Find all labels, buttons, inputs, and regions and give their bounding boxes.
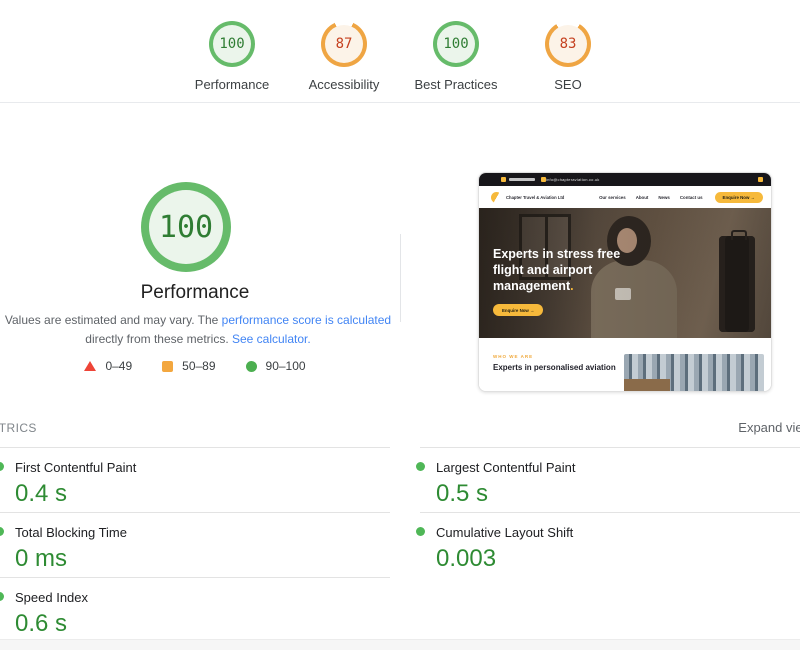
preview-phone-text — [509, 178, 535, 181]
preview-nav-our-services: Our services — [599, 195, 626, 200]
metric-value: 0.6 s — [15, 610, 390, 638]
preview-content-section: WHO WE ARE Experts in personalised aviat… — [479, 338, 771, 392]
seo-score-gauge[interactable]: 83 — [545, 21, 591, 67]
gauge-fill: 83 — [549, 25, 587, 63]
vertical-divider — [400, 234, 401, 322]
performance-score-gauge[interactable]: 100 — [209, 21, 255, 67]
score-item-performance[interactable]: 100 Performance — [188, 21, 276, 92]
preview-nav-about: About — [636, 195, 649, 200]
bottom-fade — [0, 639, 800, 650]
score-legend: 0–49 50–89 90–100 — [0, 359, 390, 373]
legend-item-pass: 90–100 — [246, 359, 306, 373]
preview-topbar: info@chapteraviation.co.uk — [479, 173, 771, 186]
average-square-icon — [162, 361, 173, 372]
preview-navbar: Chapter Travel & Aviation Ltd Our servic… — [479, 186, 771, 208]
preview-eyebrow: WHO WE ARE — [493, 354, 533, 359]
pass-dot-icon — [416, 462, 425, 471]
preview-brand-name: Chapter Travel & Aviation Ltd — [506, 195, 564, 200]
phone-icon — [501, 177, 506, 182]
preview-enquire-button: Enquire Now → — [715, 192, 763, 203]
metrics-left-column: First Contentful Paint 0.4 s Total Block… — [0, 447, 390, 644]
preview-hero-enquire-button: Enquire Now → — [493, 304, 543, 316]
metric-value: 0.003 — [436, 545, 800, 573]
preview-nav-links: Our services About News Contact us — [599, 195, 702, 200]
legend-label: 0–49 — [105, 359, 132, 373]
performance-summary-section: 100 Performance Values are estimated and… — [0, 104, 800, 410]
legend-item-fail: 0–49 — [84, 359, 132, 373]
description-text: directly from these metrics. — [85, 332, 232, 346]
metric-name: Speed Index — [15, 590, 390, 605]
performance-score-calculated-link[interactable]: performance score is calculated — [222, 313, 391, 327]
preview-email-text: info@chapteraviation.co.uk — [546, 177, 600, 182]
gauge-fill: 87 — [325, 25, 363, 63]
preview-nav-news: News — [658, 195, 669, 200]
pass-circle-icon — [246, 361, 257, 372]
hero-title-period: . — [570, 279, 573, 293]
metric-cumulative-layout-shift: Cumulative Layout Shift 0.003 — [420, 512, 800, 577]
see-calculator-link[interactable]: See calculator. — [232, 332, 311, 346]
score-value: 100 — [443, 36, 468, 52]
metric-value: 0 ms — [15, 545, 390, 573]
preview-subheading: Experts in personalised aviation — [493, 363, 623, 373]
performance-score-value: 100 — [159, 210, 213, 245]
preview-content-image — [624, 354, 764, 392]
metric-value: 0.5 s — [436, 480, 800, 508]
performance-heading: Performance — [0, 282, 390, 304]
description-text: Values are estimated and may vary. The — [5, 313, 222, 327]
gauge-fill: 100 — [213, 25, 251, 63]
preview-nav-contact: Contact us — [680, 195, 703, 200]
metrics-section-heading: METRICS — [0, 421, 37, 435]
social-icon — [758, 177, 763, 182]
fail-triangle-icon — [84, 361, 96, 371]
preview-hero-photo: Experts in stress free flight and airpor… — [479, 208, 771, 338]
category-scores-bar: 100 Performance 87 Accessibility 100 Bes… — [0, 0, 800, 103]
legend-label: 90–100 — [266, 359, 306, 373]
metrics-right-column: Largest Contentful Paint 0.5 s Cumulativ… — [420, 447, 800, 577]
metric-name: Total Blocking Time — [15, 525, 390, 540]
metric-total-blocking-time: Total Blocking Time 0 ms — [0, 512, 390, 577]
pass-dot-icon — [416, 527, 425, 536]
pass-dot-icon — [0, 462, 4, 471]
score-label[interactable]: Best Practices — [414, 77, 497, 92]
score-item-seo[interactable]: 83 SEO — [524, 21, 612, 92]
legend-label: 50–89 — [182, 359, 215, 373]
score-value: 83 — [560, 36, 577, 52]
pass-dot-icon — [0, 527, 4, 536]
score-description: Values are estimated and may vary. The p… — [2, 311, 394, 348]
gauge-fill: 100 — [149, 190, 223, 264]
hero-title-text: Experts in stress free flight and airpor… — [493, 247, 620, 293]
performance-main-gauge: 100 — [141, 182, 231, 272]
preview-hero-title: Experts in stress free flight and airpor… — [493, 246, 645, 294]
legend-item-average: 50–89 — [162, 359, 215, 373]
metric-name: Cumulative Layout Shift — [436, 525, 800, 540]
accessibility-score-gauge[interactable]: 87 — [321, 21, 367, 67]
metric-name: First Contentful Paint — [15, 460, 390, 475]
score-value: 100 — [219, 36, 244, 52]
metric-name: Largest Contentful Paint — [436, 460, 800, 475]
score-item-best-practices[interactable]: 100 Best Practices — [412, 21, 500, 92]
pagespeed-report: 100 Performance 87 Accessibility 100 Bes… — [0, 0, 800, 650]
metric-value: 0.4 s — [15, 480, 390, 508]
score-value: 87 — [336, 36, 353, 52]
score-label[interactable]: SEO — [554, 77, 581, 92]
pass-dot-icon — [0, 592, 4, 601]
score-item-accessibility[interactable]: 87 Accessibility — [300, 21, 388, 92]
expand-view-button[interactable]: Expand view — [738, 420, 800, 435]
gauge-fill: 100 — [437, 25, 475, 63]
site-screenshot-preview: info@chapteraviation.co.uk Chapter Trave… — [478, 172, 772, 392]
score-label[interactable]: Performance — [195, 77, 269, 92]
preview-logo-icon — [491, 192, 502, 203]
metric-speed-index: Speed Index 0.6 s — [0, 577, 390, 644]
metric-largest-contentful-paint: Largest Contentful Paint 0.5 s — [420, 447, 800, 512]
score-label[interactable]: Accessibility — [309, 77, 380, 92]
metric-first-contentful-paint: First Contentful Paint 0.4 s — [0, 447, 390, 512]
best-practices-score-gauge[interactable]: 100 — [433, 21, 479, 67]
